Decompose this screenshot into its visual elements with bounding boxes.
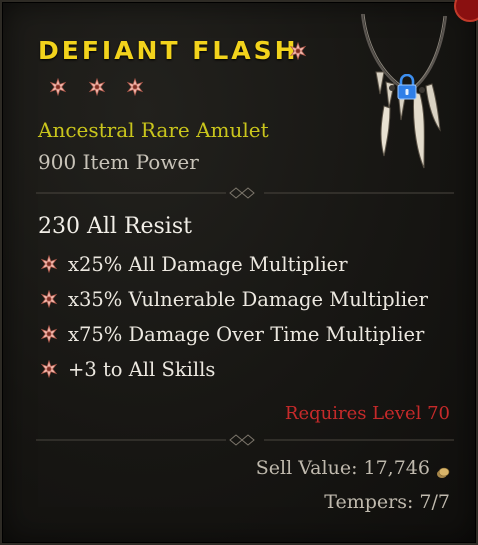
item-tooltip: Defiant Flash — [0, 0, 478, 545]
sell-value-text: Sell Value: 17,746 — [255, 457, 430, 479]
gold-coin-icon — [436, 462, 450, 478]
affix-line: x75% Damage Over Time Multiplier — [40, 322, 424, 346]
greater-affix-star-icon — [40, 290, 58, 308]
item-rarity-type: Ancestral Rare Amulet — [38, 118, 269, 142]
item-power: 900 Item Power — [38, 150, 199, 174]
greater-affix-star-icon — [40, 255, 58, 273]
affix-text: x25% All Damage Multiplier — [68, 252, 348, 276]
level-requirement: Requires Level 70 — [284, 403, 450, 424]
greater-affix-star-icon — [49, 78, 67, 96]
greater-affix-star-icon — [40, 360, 58, 378]
divider — [36, 186, 454, 200]
amulet-item-image — [354, 10, 454, 180]
affix-text: +3 to All Skills — [68, 357, 216, 381]
lock-icon[interactable] — [396, 73, 418, 100]
tempers-count: Tempers: 7/7 — [324, 491, 450, 513]
greater-affix-star-icon — [40, 325, 58, 343]
divider — [36, 433, 454, 447]
affix-line: +3 to All Skills — [40, 357, 215, 381]
sell-value: Sell Value: 17,746 — [256, 457, 450, 479]
affix-line: x25% All Damage Multiplier — [40, 252, 348, 276]
close-badge-icon[interactable] — [454, 0, 478, 22]
greater-affix-star-icon — [126, 78, 144, 96]
affix-text: x35% Vulnerable Damage Multiplier — [68, 287, 428, 311]
item-title: Defiant Flash — [38, 36, 299, 65]
affix-text: x75% Damage Over Time Multiplier — [68, 322, 425, 346]
greater-affix-star-icon — [289, 42, 307, 60]
greater-affix-star-icon — [88, 78, 106, 96]
base-stat: 230 All Resist — [38, 214, 192, 239]
affix-line: x35% Vulnerable Damage Multiplier — [40, 287, 428, 311]
